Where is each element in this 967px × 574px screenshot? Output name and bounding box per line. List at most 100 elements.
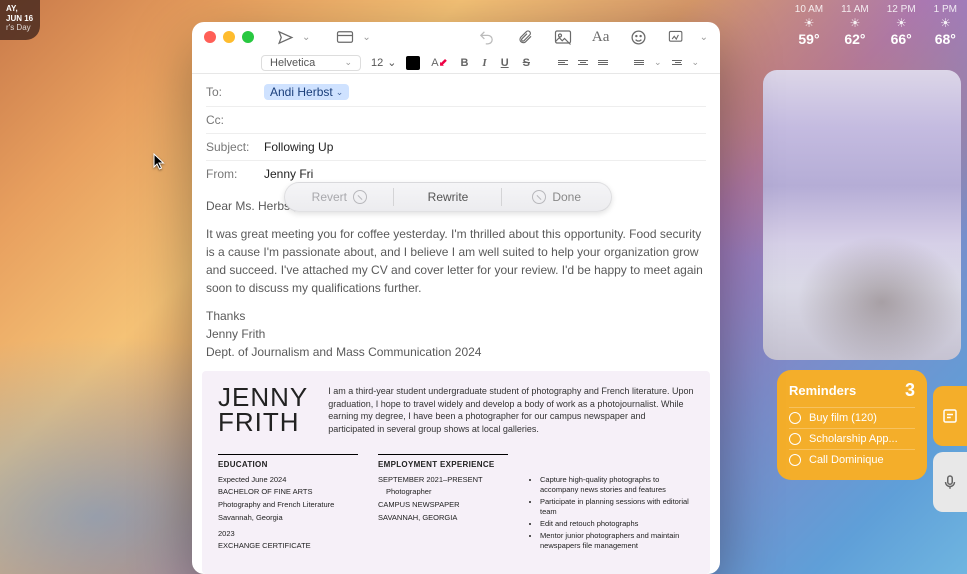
- strikethrough-button[interactable]: S: [521, 57, 532, 69]
- subject-value: Following Up: [264, 140, 333, 154]
- photo-widget[interactable]: [763, 70, 961, 360]
- circle-icon[interactable]: [789, 454, 801, 466]
- weather-temp: 68°: [934, 31, 957, 47]
- reminder-label: Scholarship App...: [809, 433, 898, 445]
- color-swatch[interactable]: [406, 56, 420, 70]
- recipient-name: Andi Herbst: [270, 85, 333, 99]
- window-titlebar: ⌄ ⌄ Aa ⌄: [192, 22, 720, 53]
- rewrite-button[interactable]: Rewrite: [394, 183, 503, 211]
- resume-line: Savannah, Georgia: [218, 513, 358, 523]
- weather-temp: 59°: [795, 31, 823, 47]
- resume-line: Photography and French Literature: [218, 500, 358, 510]
- chevron-down-icon[interactable]: ⌄: [302, 32, 310, 43]
- dock-app-reminders[interactable]: [933, 386, 967, 446]
- resume-line: Expected June 2024: [218, 475, 358, 485]
- mail-body[interactable]: Dear Ms. Herbst, It was great meeting yo…: [192, 187, 720, 365]
- resume-line: Photographer: [378, 487, 508, 497]
- subject-label: Subject:: [206, 140, 256, 154]
- markup-icon[interactable]: [668, 28, 686, 46]
- chevron-down-icon: ⌄: [344, 57, 352, 68]
- zoom-button[interactable]: [242, 31, 254, 43]
- reminders-title: Reminders: [789, 383, 856, 398]
- weather-time: 10 AM: [795, 4, 823, 15]
- to-row: To: Andi Herbst ⌄: [206, 78, 706, 107]
- align-justify-icon[interactable]: [598, 60, 608, 65]
- recipient-chip[interactable]: Andi Herbst ⌄: [264, 84, 349, 100]
- from-label: From:: [206, 167, 256, 181]
- emoji-icon[interactable]: [630, 28, 648, 46]
- resume-last-name: FRITH: [218, 410, 308, 435]
- signature-thanks: Thanks: [206, 307, 706, 325]
- circle-icon[interactable]: [789, 412, 801, 424]
- weather-time: 1 PM: [934, 4, 957, 15]
- reminders-count: 3: [905, 380, 915, 401]
- header-fields-button[interactable]: [336, 28, 354, 46]
- underline-button[interactable]: U: [499, 57, 511, 69]
- weather-temp: 62°: [841, 31, 869, 47]
- bold-button[interactable]: B: [458, 57, 470, 69]
- weather-hour: 12 PM ☀ 66°: [887, 4, 916, 47]
- chevron-down-icon[interactable]: ⌄: [362, 32, 370, 43]
- format-icon[interactable]: Aa: [592, 28, 610, 46]
- resume-line: EXCHANGE CERTIFICATE: [218, 541, 358, 551]
- sun-icon: ☀: [887, 17, 916, 29]
- weather-hour: 11 AM ☀ 62°: [841, 4, 869, 47]
- text-color-icon[interactable]: A⬋: [430, 54, 448, 72]
- reminders-widget[interactable]: Reminders 3 Buy film (120) Scholarship A…: [777, 370, 927, 480]
- reminder-item[interactable]: Call Dominique: [789, 449, 915, 470]
- chevron-down-icon: ⌄: [387, 56, 396, 69]
- cc-row[interactable]: Cc:: [206, 107, 706, 134]
- photo-browser-icon[interactable]: [554, 28, 572, 46]
- resume-bio: I am a third-year student undergraduate …: [328, 385, 694, 435]
- calendar-event: r's Day: [6, 23, 34, 33]
- mail-headers: To: Andi Herbst ⌄ Cc: Subject: Following…: [192, 74, 720, 187]
- minimize-button[interactable]: [223, 31, 235, 43]
- close-button[interactable]: [204, 31, 216, 43]
- writing-tools-pill: Revert Rewrite Done: [284, 182, 612, 212]
- font-select[interactable]: Helvetica ⌄: [261, 55, 361, 71]
- resume-bullet: Edit and retouch photographs: [540, 519, 694, 529]
- resume-line: SAVANNAH, GEORGIA: [378, 513, 508, 523]
- sun-icon: ☀: [841, 17, 869, 29]
- done-button[interactable]: Done: [502, 183, 611, 211]
- resume-line: SEPTEMBER 2021–PRESENT: [378, 475, 508, 485]
- indent-icon[interactable]: [672, 60, 682, 65]
- reminder-item[interactable]: Scholarship App...: [789, 428, 915, 449]
- attach-icon[interactable]: [516, 28, 534, 46]
- font-size-select[interactable]: 12 ⌄: [371, 56, 396, 69]
- revert-label: Revert: [312, 190, 347, 204]
- done-label: Done: [552, 190, 581, 204]
- employment-heading: EMPLOYMENT EXPERIENCE: [378, 454, 508, 469]
- resume-bullet: Capture high-quality photographs to acco…: [540, 475, 694, 495]
- resume-line: CAMPUS NEWSPAPER: [378, 500, 508, 510]
- reminder-item[interactable]: Buy film (120): [789, 407, 915, 428]
- font-name: Helvetica: [270, 57, 315, 69]
- revert-button[interactable]: Revert: [285, 183, 394, 211]
- weather-time: 11 AM: [841, 4, 869, 15]
- font-size-value: 12: [371, 57, 383, 69]
- undo-icon[interactable]: [478, 28, 496, 46]
- dock-app-voice-memos[interactable]: [933, 452, 967, 512]
- resume-education-col: EDUCATION Expected June 2024 BACHELOR OF…: [218, 454, 358, 555]
- weather-hour: 1 PM ☀ 68°: [934, 4, 957, 47]
- resume-bullet: Participate in planning sessions with ed…: [540, 497, 694, 517]
- chevron-down-icon[interactable]: ⌄: [692, 57, 700, 68]
- chevron-down-icon[interactable]: ⌄: [654, 57, 662, 68]
- resume-bullet: Mentor junior photographers and maintain…: [540, 531, 694, 551]
- align-center-icon[interactable]: [578, 60, 588, 65]
- circle-icon[interactable]: [789, 433, 801, 445]
- calendar-widget[interactable]: AY, JUN 16 r's Day: [0, 0, 40, 40]
- revert-icon: [353, 190, 367, 204]
- subject-row[interactable]: Subject: Following Up: [206, 134, 706, 161]
- align-left-icon[interactable]: [558, 60, 568, 65]
- done-icon: [532, 190, 546, 204]
- reminder-label: Buy film (120): [809, 412, 877, 424]
- to-label: To:: [206, 85, 256, 99]
- send-button[interactable]: [276, 28, 294, 46]
- list-icon[interactable]: [634, 60, 644, 65]
- chevron-down-icon[interactable]: ⌄: [700, 32, 708, 43]
- italic-button[interactable]: I: [480, 57, 488, 69]
- resume-attachment-preview[interactable]: JENNY FRITH I am a third-year student un…: [202, 371, 710, 574]
- weather-widget[interactable]: 10 AM ☀ 59° 11 AM ☀ 62° 12 PM ☀ 66° 1 PM…: [795, 4, 957, 47]
- calendar-date: AY, JUN 16: [6, 4, 34, 23]
